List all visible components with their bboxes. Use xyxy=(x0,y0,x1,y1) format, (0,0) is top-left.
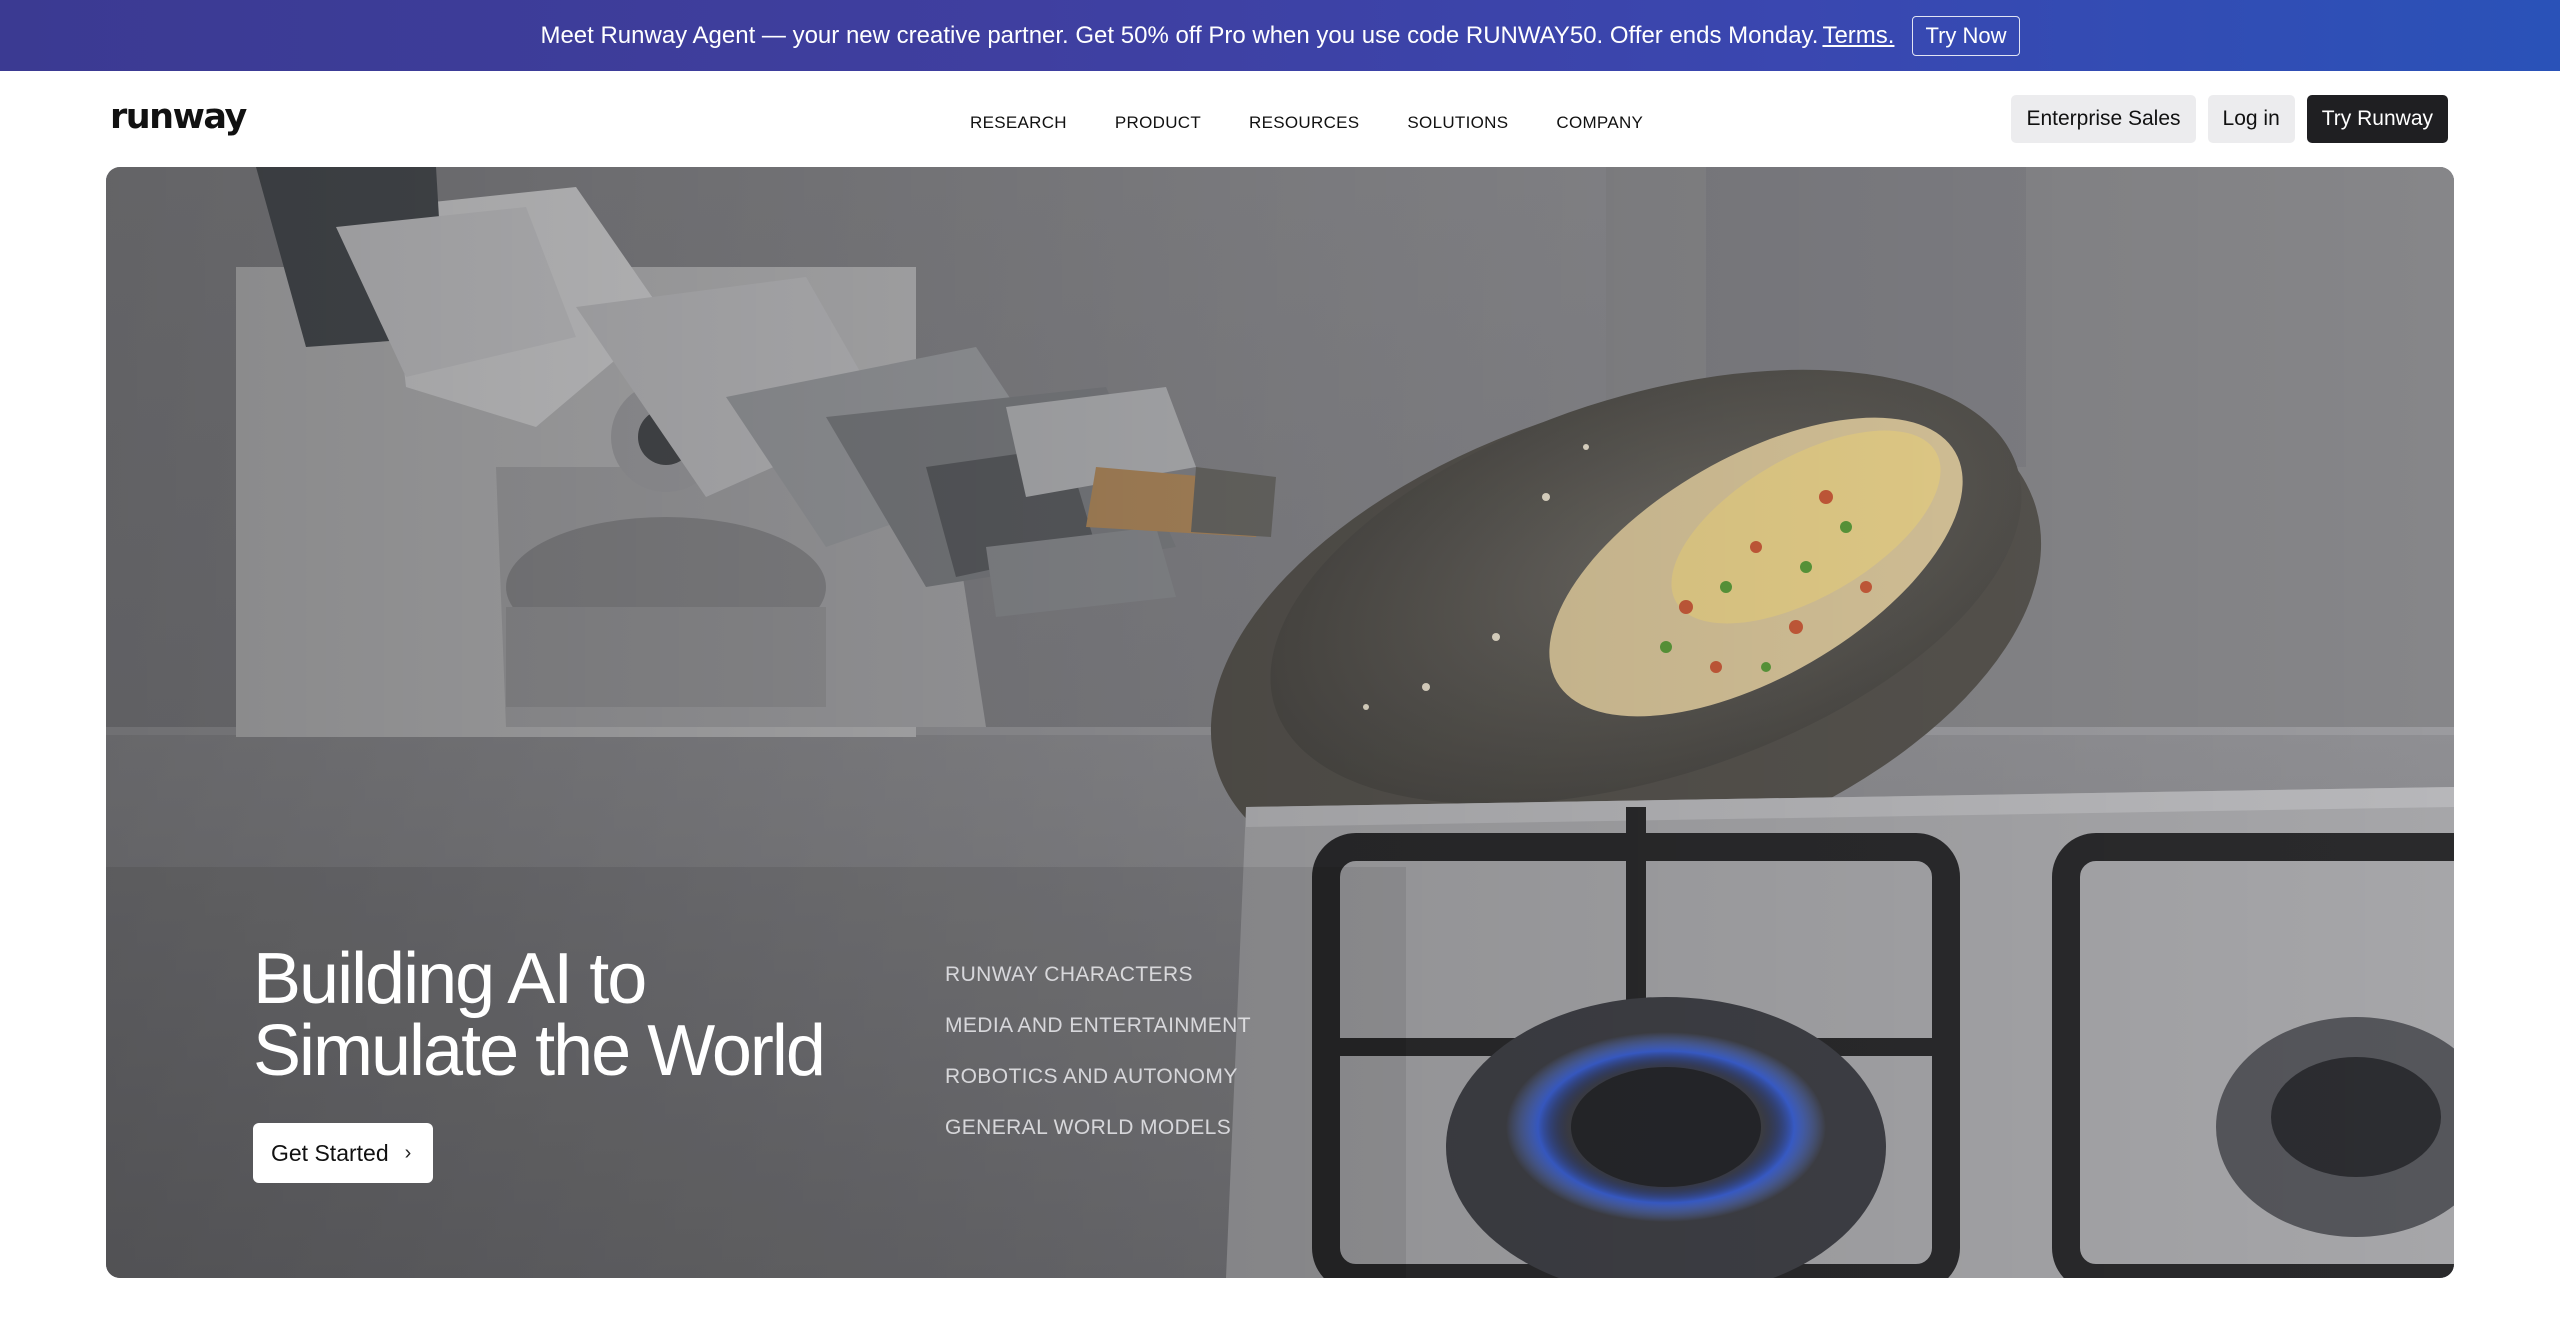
site-header: runway RESEARCH PRODUCT RESOURCES SOLUTI… xyxy=(0,71,2560,167)
hero-topics-list: RUNWAY CHARACTERS MEDIA AND ENTERTAINMEN… xyxy=(945,963,1251,1139)
get-started-button[interactable]: Get Started › xyxy=(253,1123,434,1183)
topic-general-world-models[interactable]: GENERAL WORLD MODELS xyxy=(945,1116,1251,1139)
promo-terms-link[interactable]: Terms. xyxy=(1822,22,1894,50)
nav-solutions[interactable]: SOLUTIONS xyxy=(1407,113,1508,133)
nav-resources[interactable]: RESOURCES xyxy=(1249,113,1359,133)
try-runway-button[interactable]: Try Runway xyxy=(2306,95,2448,143)
promo-try-now-button[interactable]: Try Now xyxy=(1912,15,2020,56)
hero-title-line-2: Simulate the World xyxy=(253,1011,826,1091)
topic-media-entertainment[interactable]: MEDIA AND ENTERTAINMENT xyxy=(945,1014,1251,1037)
promo-banner: Meet Runway Agent — your new creative pa… xyxy=(0,0,2560,71)
login-button[interactable]: Log in xyxy=(2207,95,2295,143)
runway-logo[interactable]: runway xyxy=(110,97,247,137)
header-actions: Enterprise Sales Log in Try Runway xyxy=(2011,95,2448,143)
topic-robotics-autonomy[interactable]: ROBOTICS AND AUTONOMY xyxy=(945,1065,1251,1088)
enterprise-sales-button[interactable]: Enterprise Sales xyxy=(2011,95,2196,143)
nav-product[interactable]: PRODUCT xyxy=(1115,113,1201,133)
hero-image xyxy=(106,167,2454,1278)
nav-research[interactable]: RESEARCH xyxy=(970,113,1067,133)
promo-message: Meet Runway Agent — your new creative pa… xyxy=(540,21,1819,49)
nav-company[interactable]: COMPANY xyxy=(1556,113,1643,133)
get-started-label: Get Started xyxy=(271,1139,389,1166)
topic-runway-characters[interactable]: RUNWAY CHARACTERS xyxy=(945,963,1251,986)
hero-section: Building AI to Simulate the World Get St… xyxy=(106,167,2454,1278)
hero-title: Building AI to Simulate the World xyxy=(253,939,826,1091)
chevron-right-icon: › xyxy=(404,1141,412,1164)
hero-title-line-1: Building AI to xyxy=(253,939,647,1019)
main-nav: RESEARCH PRODUCT RESOURCES SOLUTIONS COM… xyxy=(970,113,1643,133)
